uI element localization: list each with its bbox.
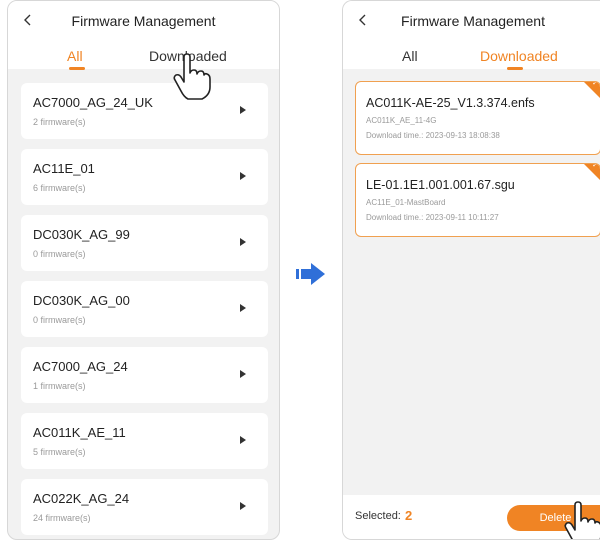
firmware-file-name: AC011K-AE-25_V1.3.374.enfs (366, 96, 535, 110)
tap-hand-icon (564, 501, 600, 539)
firmware-list-item[interactable]: AC7000_AG_24_UK 2 firmware(s) (21, 83, 268, 139)
firmware-count: 5 firmware(s) (33, 447, 86, 457)
firmware-model-name: AC011K_AE_11 (33, 425, 126, 440)
download-time: Download time.: 2023-09-11 10:11:27 (366, 213, 499, 222)
firmware-list-item[interactable]: DC030K_AG_00 0 firmware(s) (21, 281, 268, 337)
play-arrow-icon (240, 238, 246, 246)
firmware-model-name: AC022K_AG_24 (33, 491, 130, 506)
selected-label: Selected: (355, 510, 401, 522)
tab-active-indicator (507, 67, 523, 70)
selected-count: 2 (405, 508, 413, 523)
firmware-file-name: LE-01.1E1.001.001.67.sgu (366, 178, 515, 192)
firmware-count: 0 firmware(s) (33, 249, 86, 259)
firmware-model-name: DC030K_AG_99 (33, 227, 130, 242)
firmware-list-item[interactable]: DC030K_AG_99 0 firmware(s) (21, 215, 268, 271)
firmware-model-name: AC7000_AG_24 (33, 359, 128, 374)
firmware-count: 1 firmware(s) (33, 381, 86, 391)
tab-all[interactable]: All (67, 48, 83, 64)
firmware-count: 24 firmware(s) (33, 513, 91, 523)
tab-active-indicator (69, 67, 85, 70)
tap-hand-icon (173, 53, 211, 100)
download-time: Download time.: 2023-09-13 18:08:38 (366, 131, 500, 140)
page-title: Firmware Management (401, 13, 545, 29)
right-phone-screen: Firmware Management All Downloaded ✓ AC0… (342, 0, 600, 540)
tab-all[interactable]: All (402, 48, 418, 64)
firmware-list-item[interactable]: AC011K_AE_11 5 firmware(s) (21, 413, 268, 469)
firmware-model-name: AC7000_AG_24_UK (33, 95, 153, 110)
firmware-model-name: DC030K_AG_00 (33, 293, 130, 308)
downloaded-firmware-item[interactable]: ✓ LE-01.1E1.001.001.67.sgu AC11E_01-Mast… (355, 163, 600, 237)
firmware-count: 0 firmware(s) (33, 315, 86, 325)
play-arrow-icon (240, 370, 246, 378)
header: Firmware Management All Downloaded (343, 1, 600, 70)
play-arrow-icon (240, 436, 246, 444)
firmware-count: 6 firmware(s) (33, 183, 86, 193)
play-arrow-icon (240, 502, 246, 510)
play-arrow-icon (240, 172, 246, 180)
play-arrow-icon (240, 304, 246, 312)
transition-arrow-icon (296, 263, 325, 285)
firmware-list-item[interactable]: AC022K_AG_24 24 firmware(s) (21, 479, 268, 535)
left-phone-screen: Firmware Management All Downloaded AC700… (7, 0, 280, 540)
check-icon: ✓ (592, 81, 598, 87)
firmware-model: AC11E_01-MastBoard (366, 198, 446, 207)
tab-downloaded[interactable]: Downloaded (480, 48, 558, 64)
firmware-list-item[interactable]: AC11E_01 6 firmware(s) (21, 149, 268, 205)
check-icon: ✓ (592, 163, 598, 169)
downloaded-firmware-item[interactable]: ✓ AC011K-AE-25_V1.3.374.enfs AC011K_AE_1… (355, 81, 600, 155)
firmware-model-name: AC11E_01 (33, 161, 95, 176)
firmware-count: 2 firmware(s) (33, 117, 86, 127)
firmware-model: AC011K_AE_11-4G (366, 116, 437, 125)
firmware-list-item[interactable]: AC7000_AG_24 1 firmware(s) (21, 347, 268, 403)
page-title: Firmware Management (71, 13, 216, 29)
play-arrow-icon (240, 106, 246, 114)
header: Firmware Management All Downloaded (8, 1, 279, 70)
selection-footer: Selected: 2 Delete (343, 495, 600, 539)
